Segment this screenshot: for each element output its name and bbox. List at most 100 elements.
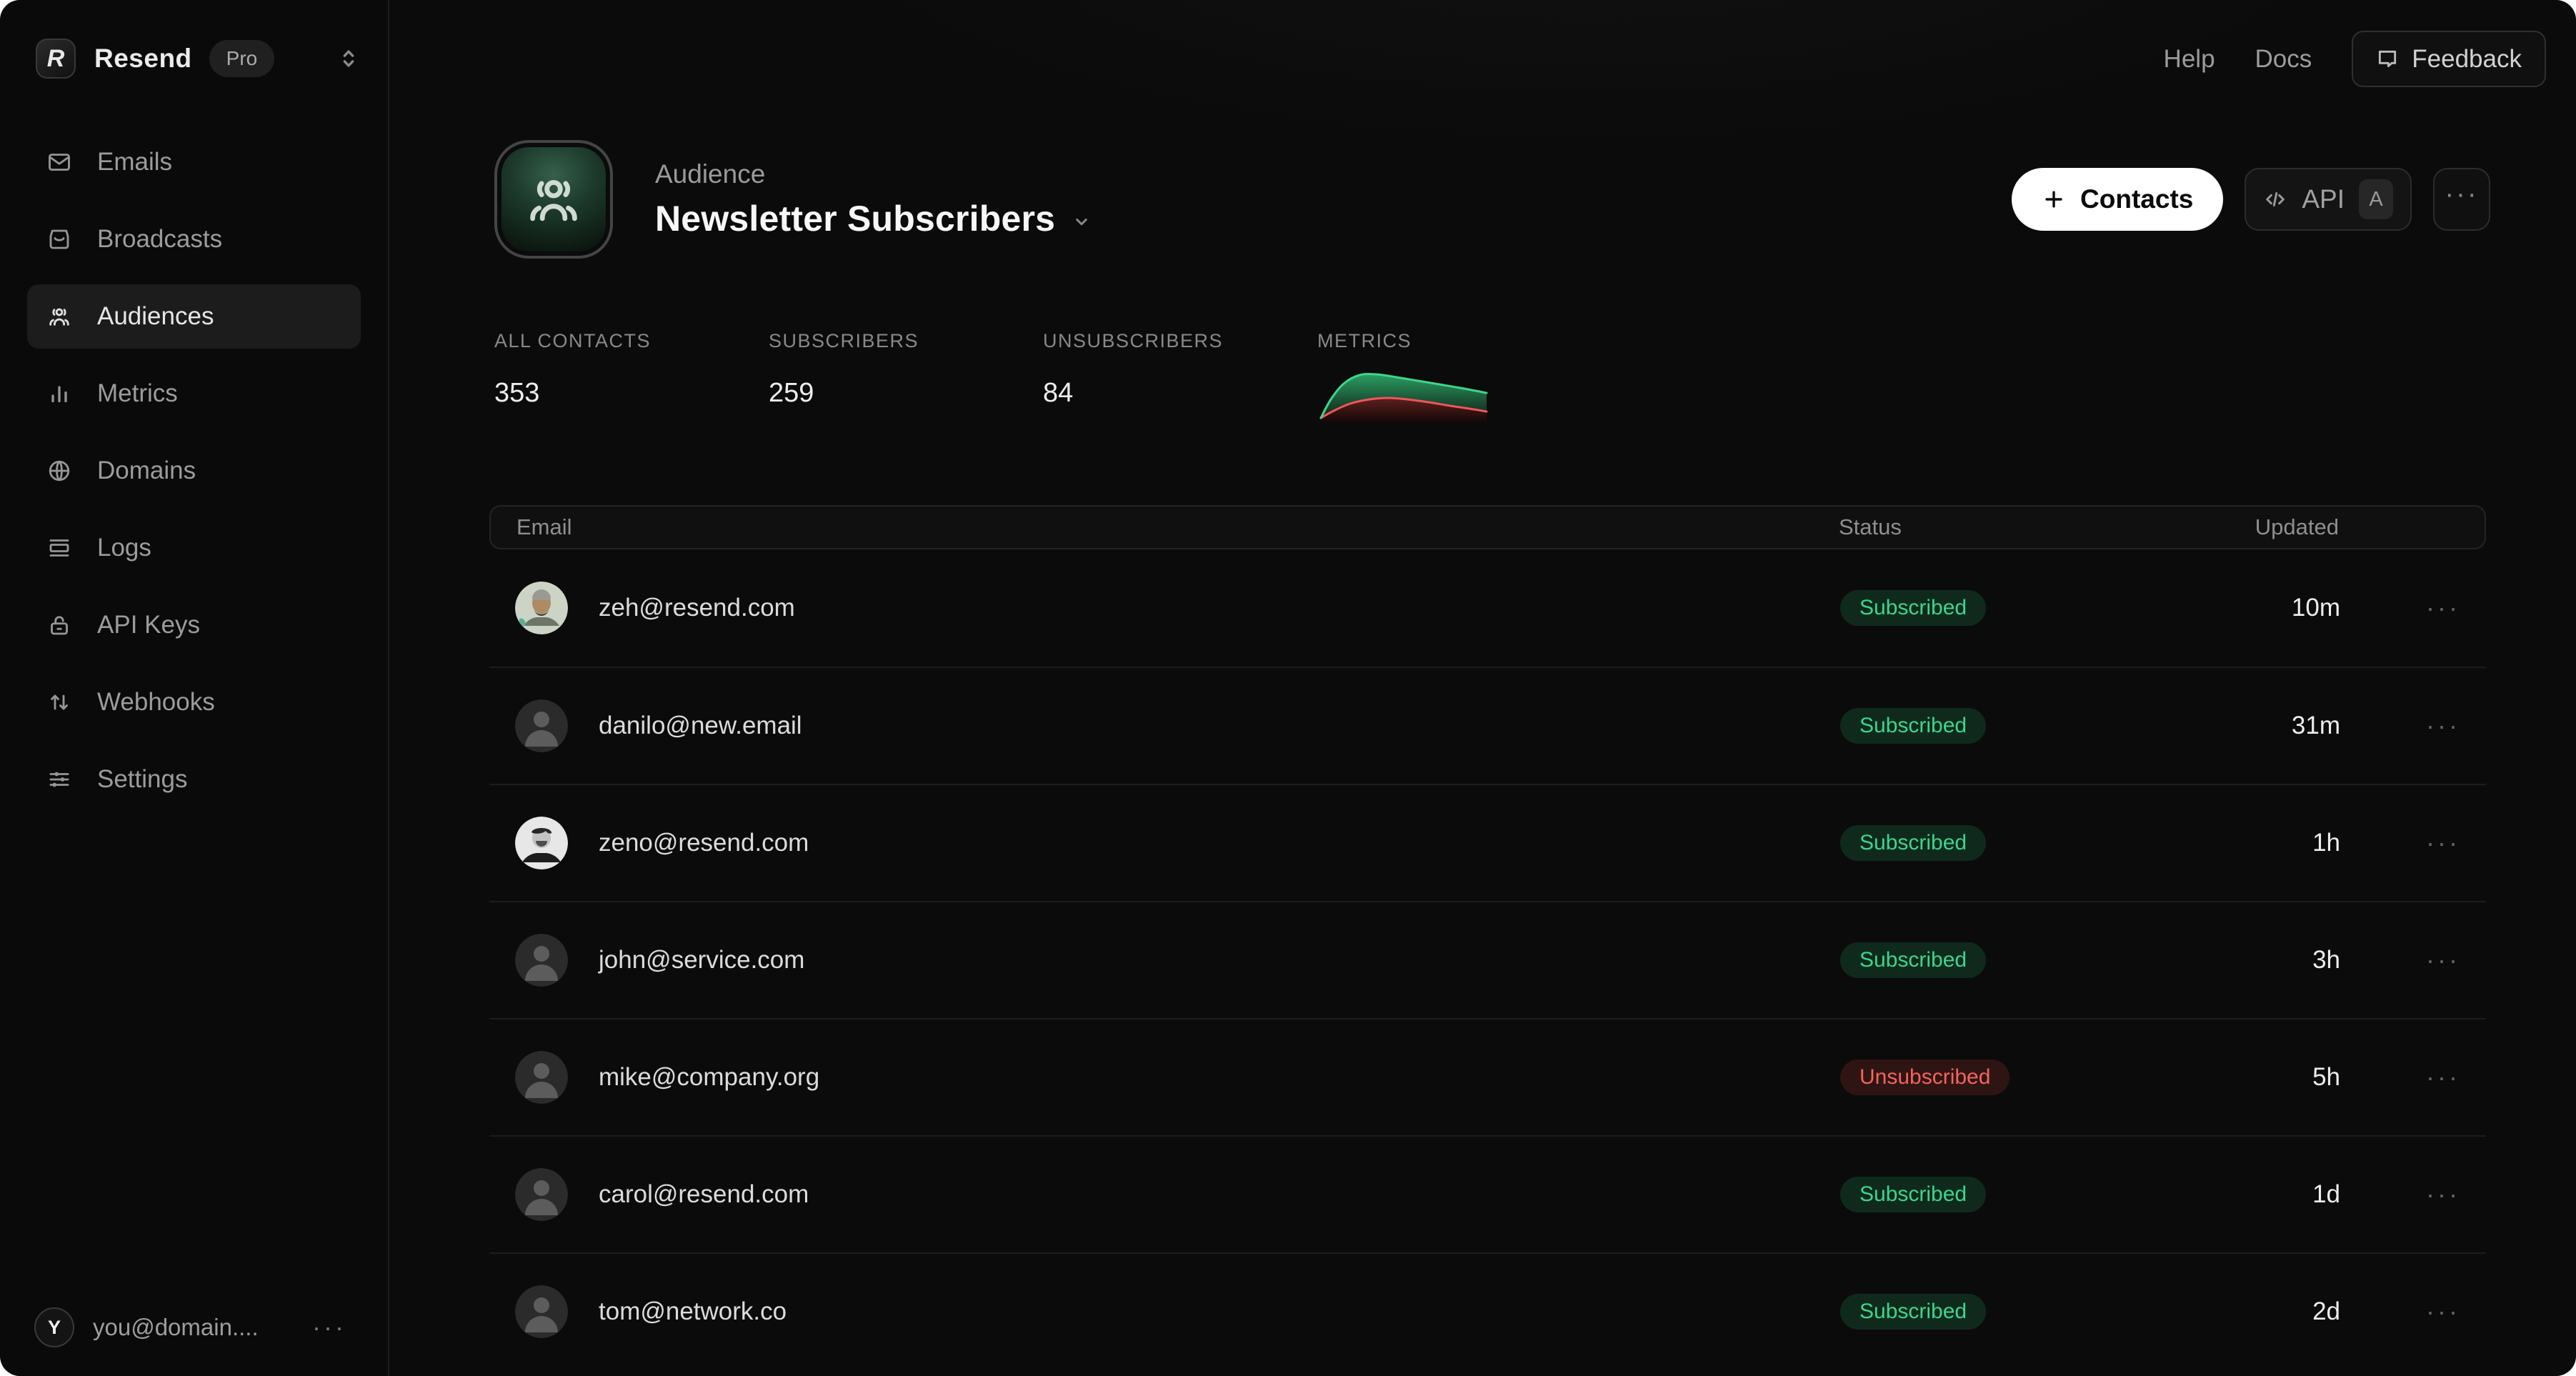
sidebar-item-settings[interactable]: Settings: [27, 747, 361, 812]
sidebar-item-api-keys[interactable]: API Keys: [27, 593, 361, 657]
more-options-button[interactable]: ···: [2433, 168, 2490, 231]
sidebar-item-label: Broadcasts: [97, 225, 222, 254]
sidebar-spacer: [27, 824, 361, 1307]
globe-icon: [46, 457, 73, 484]
stat-metrics: METRICS: [1317, 330, 1592, 422]
contact-email: danilo@new.email: [599, 712, 802, 740]
sidebar-item-label: Domains: [97, 457, 196, 485]
users-icon: [46, 303, 73, 330]
arrows-up-down-icon: [46, 689, 73, 716]
updated-time: 1h: [2312, 829, 2340, 857]
help-link[interactable]: Help: [2164, 45, 2215, 74]
stat-unsubscribers: UNSUBSCRIBERS 84: [1043, 330, 1317, 422]
brand-name: Resend: [94, 44, 192, 74]
sidebar-item-label: Metrics: [97, 379, 178, 408]
audience-switcher[interactable]: Newsletter Subscribers: [655, 198, 1092, 239]
keyboard-shortcut-badge: A: [2359, 179, 2393, 219]
sidebar-item-logs[interactable]: Logs: [27, 516, 361, 580]
audience-avatar-icon: [494, 140, 613, 259]
sidebar-item-label: Emails: [97, 148, 172, 176]
sidebar-item-domains[interactable]: Domains: [27, 439, 361, 503]
resend-logo-icon: R: [36, 39, 76, 79]
sidebar-item-metrics[interactable]: Metrics: [27, 362, 361, 426]
contact-email: carol@resend.com: [599, 1180, 809, 1209]
stat-value: 259: [769, 378, 1043, 409]
updated-time: 31m: [2292, 712, 2340, 739]
sidebar-item-label: Webhooks: [97, 688, 215, 717]
updated-time: 3h: [2312, 946, 2340, 974]
table-header: Email Status Updated: [489, 505, 2486, 549]
ellipsis-icon[interactable]: ···: [312, 1312, 346, 1342]
plus-icon: [2042, 187, 2066, 211]
contact-avatar: [515, 934, 568, 987]
status-badge: Subscribed: [1840, 1177, 1986, 1212]
contact-email: tom@network.co: [599, 1297, 787, 1326]
row-ellipsis-icon[interactable]: ···: [2426, 1062, 2460, 1092]
stat-value: 84: [1043, 378, 1317, 409]
lock-icon: [46, 612, 73, 639]
sidebar-item-emails[interactable]: Emails: [27, 130, 361, 194]
api-button[interactable]: API A: [2245, 168, 2412, 231]
user-menu[interactable]: Y you@domain.... ···: [27, 1307, 361, 1347]
table-row[interactable]: danilo@new.email Subscribed 31m ···: [489, 667, 2486, 784]
sliders-icon: [46, 766, 73, 793]
page-title: Newsletter Subscribers: [655, 198, 1055, 239]
docs-link[interactable]: Docs: [2255, 45, 2312, 74]
updated-time: 5h: [2312, 1063, 2340, 1091]
row-ellipsis-icon[interactable]: ···: [2426, 1180, 2460, 1209]
column-header-email: Email: [516, 514, 1839, 540]
table-row[interactable]: john@service.com Subscribed 3h ···: [489, 901, 2486, 1018]
stats-row: ALL CONTACTS 353 SUBSCRIBERS 259 UNSUBSC…: [494, 330, 2576, 422]
api-label: API: [2302, 184, 2345, 214]
table-row[interactable]: zeno@resend.com Subscribed 1h ···: [489, 784, 2486, 901]
updated-time: 2d: [2312, 1297, 2340, 1325]
contacts-table: Email Status Updated zeh@resend.com Subs…: [489, 505, 2486, 1370]
table-row[interactable]: mike@company.org Unsubscribed 5h ···: [489, 1018, 2486, 1135]
envelope-icon: [46, 149, 73, 176]
row-ellipsis-icon[interactable]: ···: [2426, 828, 2460, 857]
header-actions: Contacts API A ···: [2012, 168, 2490, 231]
logs-icon: [46, 534, 73, 562]
contact-email: john@service.com: [599, 946, 804, 974]
contact-avatar: [515, 1051, 568, 1104]
table-row[interactable]: carol@resend.com Subscribed 1d ···: [489, 1135, 2486, 1252]
row-ellipsis-icon[interactable]: ···: [2426, 593, 2460, 622]
add-contacts-label: Contacts: [2080, 184, 2193, 214]
sidebar-item-label: Audiences: [97, 302, 214, 331]
feedback-label: Feedback: [2412, 45, 2522, 74]
feedback-button[interactable]: Feedback: [2352, 31, 2546, 87]
user-email: you@domain....: [93, 1314, 259, 1341]
topbar: Help Docs Feedback: [389, 0, 2576, 87]
updated-time: 10m: [2292, 594, 2340, 622]
status-badge: Subscribed: [1840, 825, 1986, 861]
add-contacts-button[interactable]: Contacts: [2012, 168, 2223, 231]
status-badge: Unsubscribed: [1840, 1060, 2010, 1095]
contact-avatar: [515, 1285, 568, 1338]
page-title-block: Audience Newsletter Subscribers: [655, 159, 1092, 239]
updated-time: 1d: [2312, 1180, 2340, 1208]
row-ellipsis-icon[interactable]: ···: [2426, 1297, 2460, 1326]
contact-email: mike@company.org: [599, 1063, 819, 1092]
stat-all-contacts: ALL CONTACTS 353: [494, 330, 769, 422]
page-eyebrow: Audience: [655, 159, 1092, 189]
table-row[interactable]: tom@network.co Subscribed 2d ···: [489, 1252, 2486, 1370]
table-row[interactable]: zeh@resend.com Subscribed 10m ···: [489, 549, 2486, 667]
row-ellipsis-icon[interactable]: ···: [2426, 711, 2460, 740]
sidebar-item-webhooks[interactable]: Webhooks: [27, 670, 361, 734]
bar-chart-icon: [46, 380, 73, 407]
workspace-switcher[interactable]: R Resend Pro: [27, 37, 361, 80]
sidebar-item-audiences[interactable]: Audiences: [27, 284, 361, 349]
status-badge: Subscribed: [1840, 590, 1986, 626]
row-ellipsis-icon[interactable]: ···: [2426, 945, 2460, 974]
sidebar-item-label: API Keys: [97, 611, 200, 639]
status-badge: Subscribed: [1840, 708, 1986, 744]
sidebar: R Resend Pro Emails Broadcasts Audiences Me…: [0, 0, 389, 1376]
sidebar-item-broadcasts[interactable]: Broadcasts: [27, 207, 361, 271]
chevron-up-down-icon[interactable]: [336, 46, 361, 71]
stat-subscribers: SUBSCRIBERS 259: [769, 330, 1043, 422]
app-window: R Resend Pro Emails Broadcasts Audiences Me…: [0, 0, 2576, 1376]
page-header: Audience Newsletter Subscribers Contacts: [494, 140, 2490, 259]
contact-email: zeh@resend.com: [599, 594, 795, 622]
metrics-sparkline-chart: [1317, 362, 1490, 422]
stat-label: METRICS: [1317, 330, 1592, 352]
